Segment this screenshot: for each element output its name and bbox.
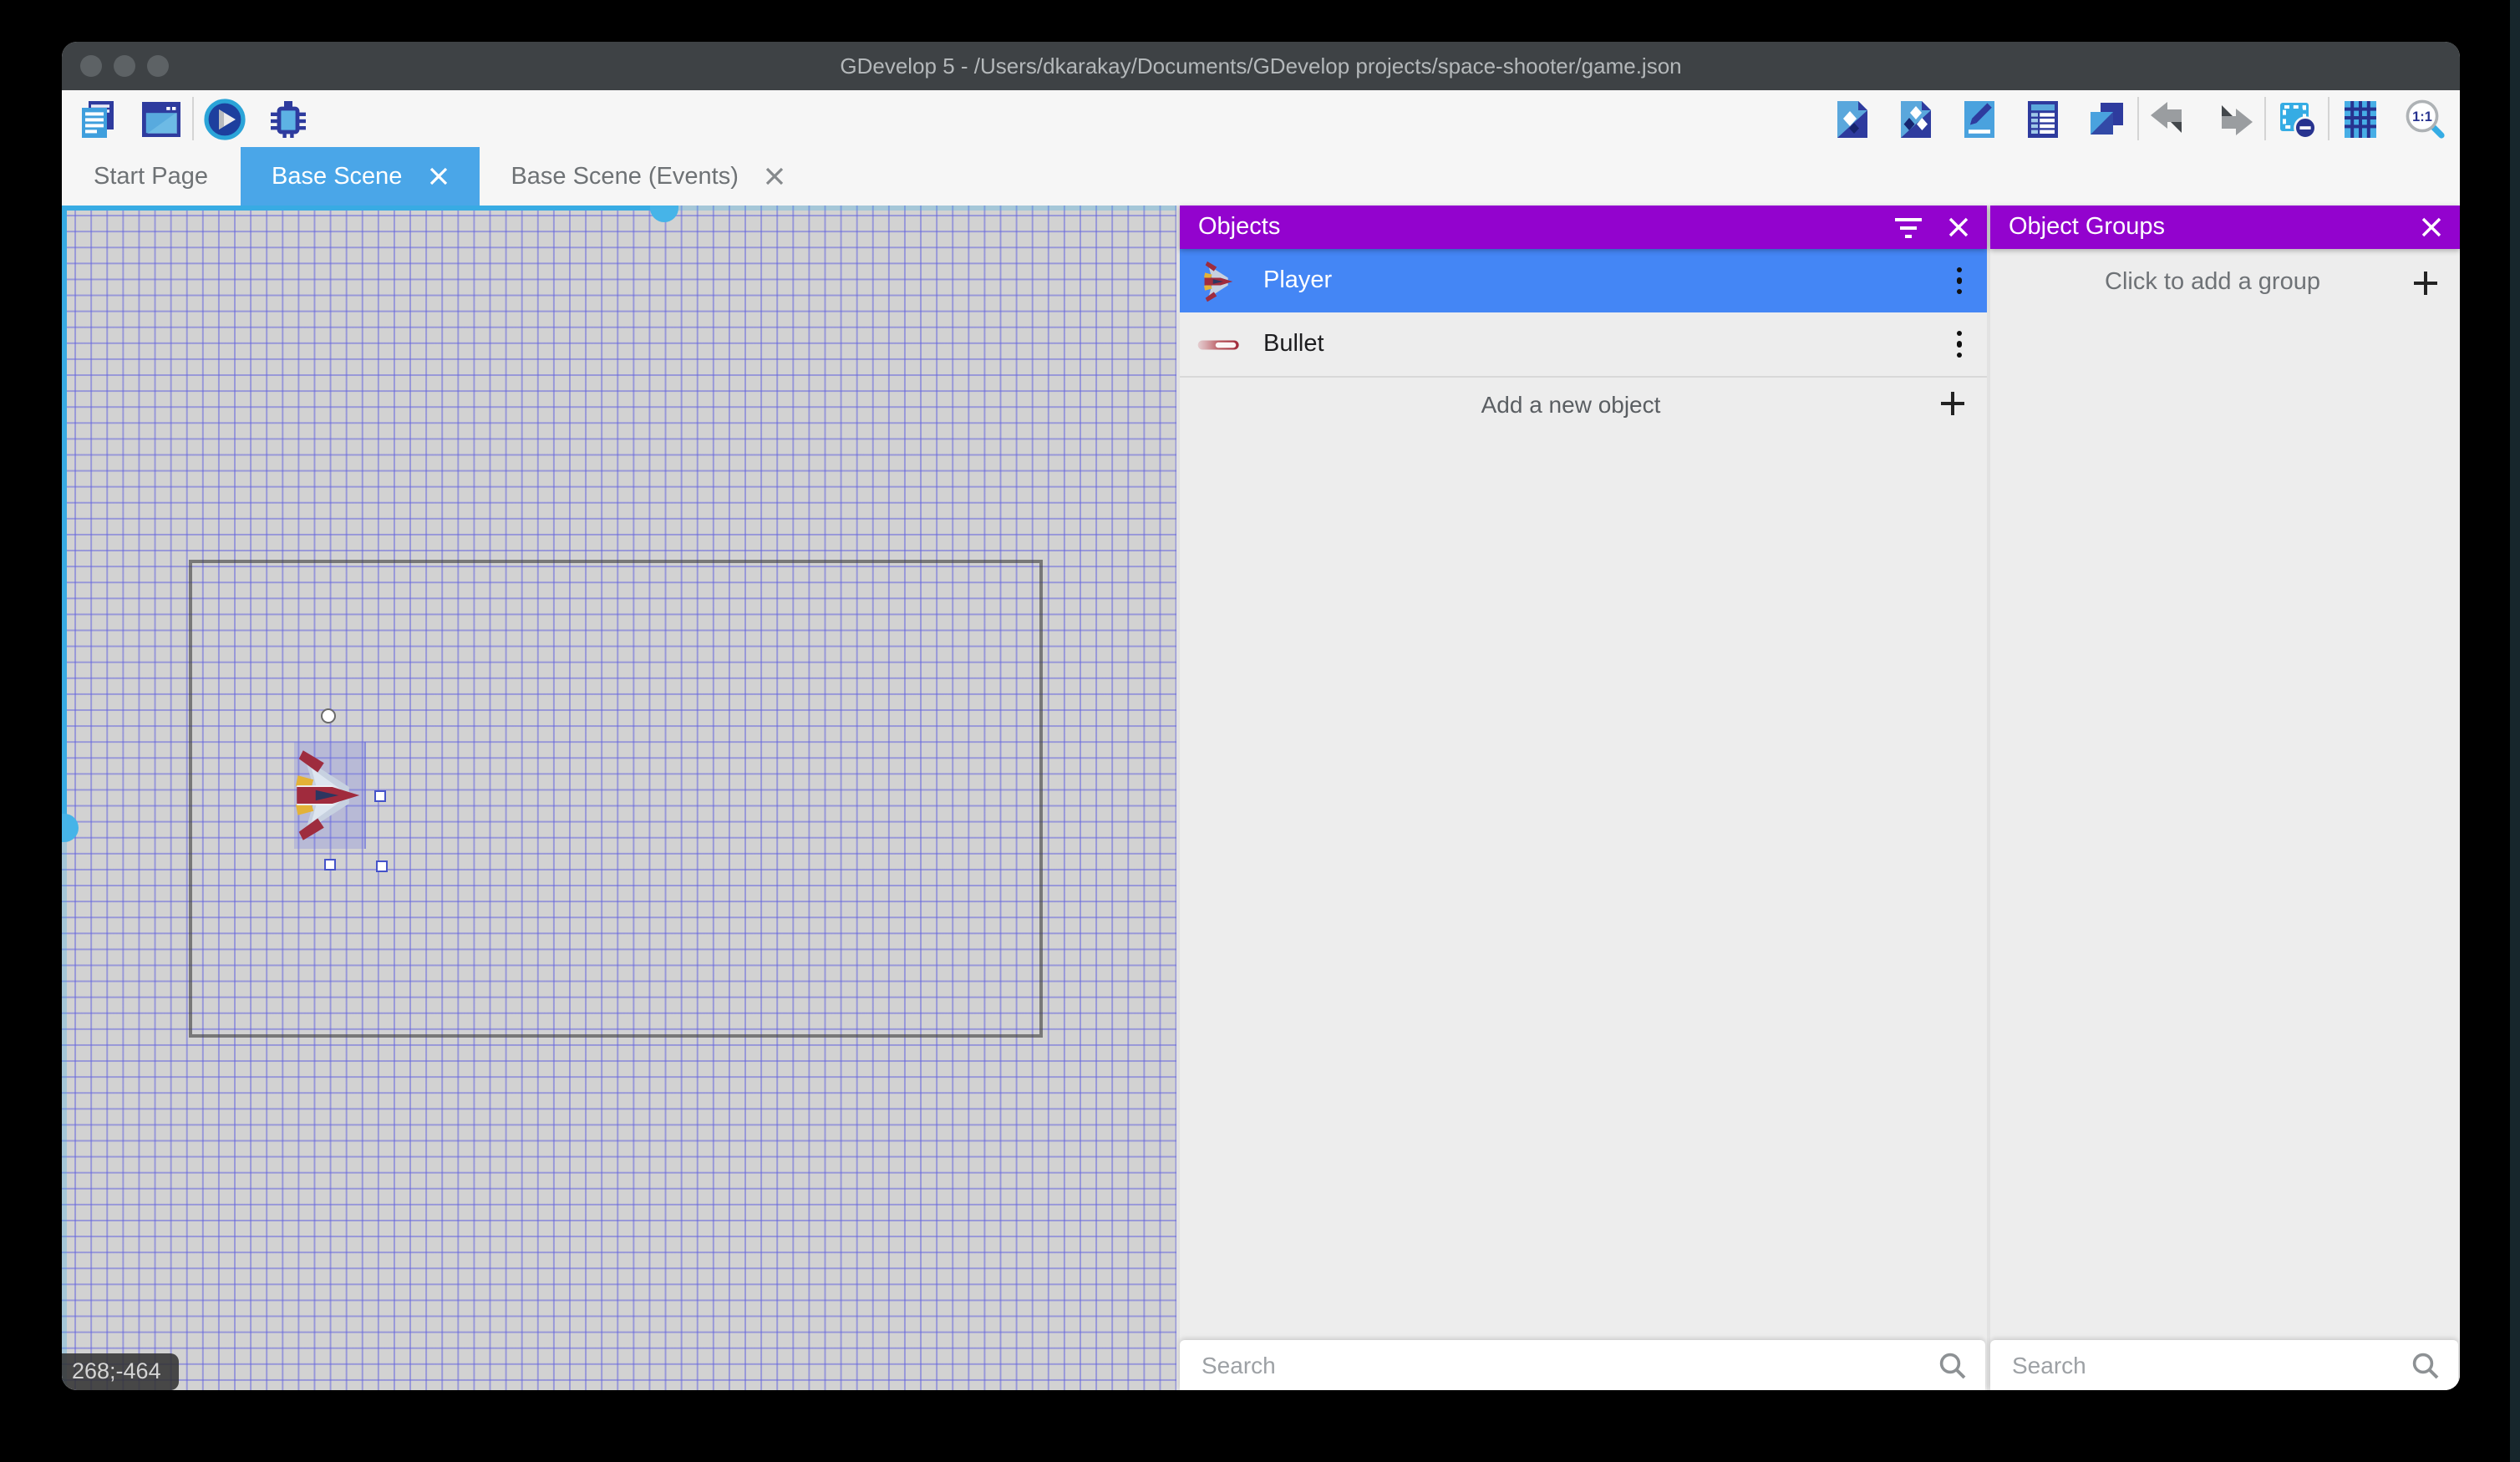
tab-label: Base Scene (Events) [511, 163, 738, 190]
close-tab-icon[interactable] [429, 167, 447, 185]
toolbar-divider [192, 97, 194, 140]
close-panel-icon[interactable] [1948, 217, 1969, 237]
search-icon [1938, 1351, 1967, 1379]
objects-panel-header: Objects [1180, 206, 1987, 249]
scene-canvas[interactable]: 268;-464 [62, 206, 1176, 1390]
plus-icon[interactable] [2413, 270, 2438, 295]
play-icon[interactable] [202, 96, 247, 141]
resize-handle-bottom[interactable] [324, 859, 336, 871]
add-group-row[interactable]: Click to add a group [1990, 249, 2460, 316]
project-manager-icon[interactable] [75, 96, 120, 141]
objects-panel-toggle-icon[interactable] [1830, 96, 1875, 141]
object-menu-icon[interactable] [1956, 264, 1962, 297]
titlebar[interactable]: GDevelop 5 - /Users/dkarakay/Documents/G… [62, 42, 2460, 90]
toolbar-divider [2137, 97, 2139, 140]
search-icon [2411, 1351, 2440, 1379]
tab-label: Base Scene [272, 163, 402, 190]
layers-panel-toggle-icon[interactable] [2084, 96, 2129, 141]
toolbar-divider [2264, 97, 2266, 140]
filter-icon[interactable] [1895, 216, 1922, 238]
rotate-handle[interactable] [321, 708, 336, 723]
close-panel-icon[interactable] [2421, 217, 2441, 237]
player-thumbnail [1196, 258, 1242, 303]
selected-instance-player[interactable] [294, 742, 366, 849]
horizontal-scrollbar-fill [62, 206, 665, 211]
object-row-bullet[interactable]: Bullet [1180, 312, 1987, 378]
object-groups-panel-header: Object Groups [1990, 206, 2460, 249]
zoom-1-1-icon[interactable]: 1:1 [2401, 96, 2446, 141]
object-menu-icon[interactable] [1956, 327, 1962, 361]
add-object-label: Add a new object [1202, 390, 1940, 417]
desktop-edge [2510, 0, 2520, 1462]
player-ship-sprite [296, 744, 363, 847]
add-group-label: Click to add a group [2012, 269, 2413, 296]
properties-panel-toggle-icon[interactable] [1957, 96, 2002, 141]
tab-base-scene-events[interactable]: Base Scene (Events) [479, 147, 815, 206]
toolbar-divider [2328, 97, 2329, 140]
groups-search-input[interactable] [2009, 1350, 2411, 1380]
object-row-player[interactable]: Player [1180, 249, 1987, 312]
object-groups-panel-title: Object Groups [2009, 214, 2395, 241]
toggle-mask-icon[interactable] [2274, 96, 2319, 141]
close-window-button[interactable] [80, 55, 102, 77]
gdevelop-window: GDevelop 5 - /Users/dkarakay/Documents/G… [62, 42, 2460, 1390]
tab-base-scene[interactable]: Base Scene [240, 147, 479, 206]
resize-handle-bottom-right[interactable] [376, 860, 388, 872]
zoom-window-button[interactable] [147, 55, 169, 77]
main-toolbar: 1:1 [62, 90, 2460, 147]
undo-icon[interactable] [2147, 96, 2192, 141]
objects-panel: Objects [1180, 206, 1987, 1390]
object-groups-panel: Object Groups Click to add a group [1990, 206, 2460, 1390]
object-name: Player [1263, 267, 1332, 294]
editor-content: 268;-464 Objects [62, 206, 2460, 1390]
traffic-lights [80, 55, 169, 77]
instances-list-toggle-icon[interactable] [2020, 96, 2065, 141]
minimize-window-button[interactable] [114, 55, 135, 77]
vertical-scrollbar-fill [62, 206, 67, 827]
window-title: GDevelop 5 - /Users/dkarakay/Documents/G… [62, 42, 2460, 90]
editor-tabbar: Start Page Base Scene Base Scene (Events… [62, 147, 2460, 206]
object-groups-panel-toggle-icon[interactable] [1893, 96, 1938, 141]
svg-text:1:1: 1:1 [2412, 109, 2432, 124]
objects-search-bar [1180, 1340, 1985, 1390]
redo-icon[interactable] [2211, 96, 2256, 141]
horizontal-scrollbar-thumb[interactable] [650, 206, 678, 222]
objects-panel-title: Objects [1198, 214, 1868, 241]
vertical-scrollbar-thumb[interactable] [62, 814, 79, 842]
close-tab-icon[interactable] [765, 167, 784, 185]
object-name: Bullet [1263, 331, 1324, 358]
objects-search-input[interactable] [1198, 1350, 1938, 1380]
plus-icon[interactable] [1940, 391, 1965, 416]
screenshot-stage: GDevelop 5 - /Users/dkarakay/Documents/G… [0, 0, 2520, 1462]
resize-handle-right[interactable] [374, 790, 386, 802]
cursor-coordinates-badge: 268;-464 [62, 1353, 180, 1390]
groups-search-bar [1990, 1340, 2458, 1390]
add-object-row[interactable]: Add a new object [1180, 378, 1987, 429]
scene-properties-icon[interactable] [139, 96, 184, 141]
bullet-thumbnail [1196, 322, 1242, 367]
debug-icon[interactable] [266, 96, 311, 141]
toggle-grid-icon[interactable] [2338, 96, 2383, 141]
tab-start-page[interactable]: Start Page [62, 147, 240, 206]
tab-label: Start Page [94, 163, 208, 190]
